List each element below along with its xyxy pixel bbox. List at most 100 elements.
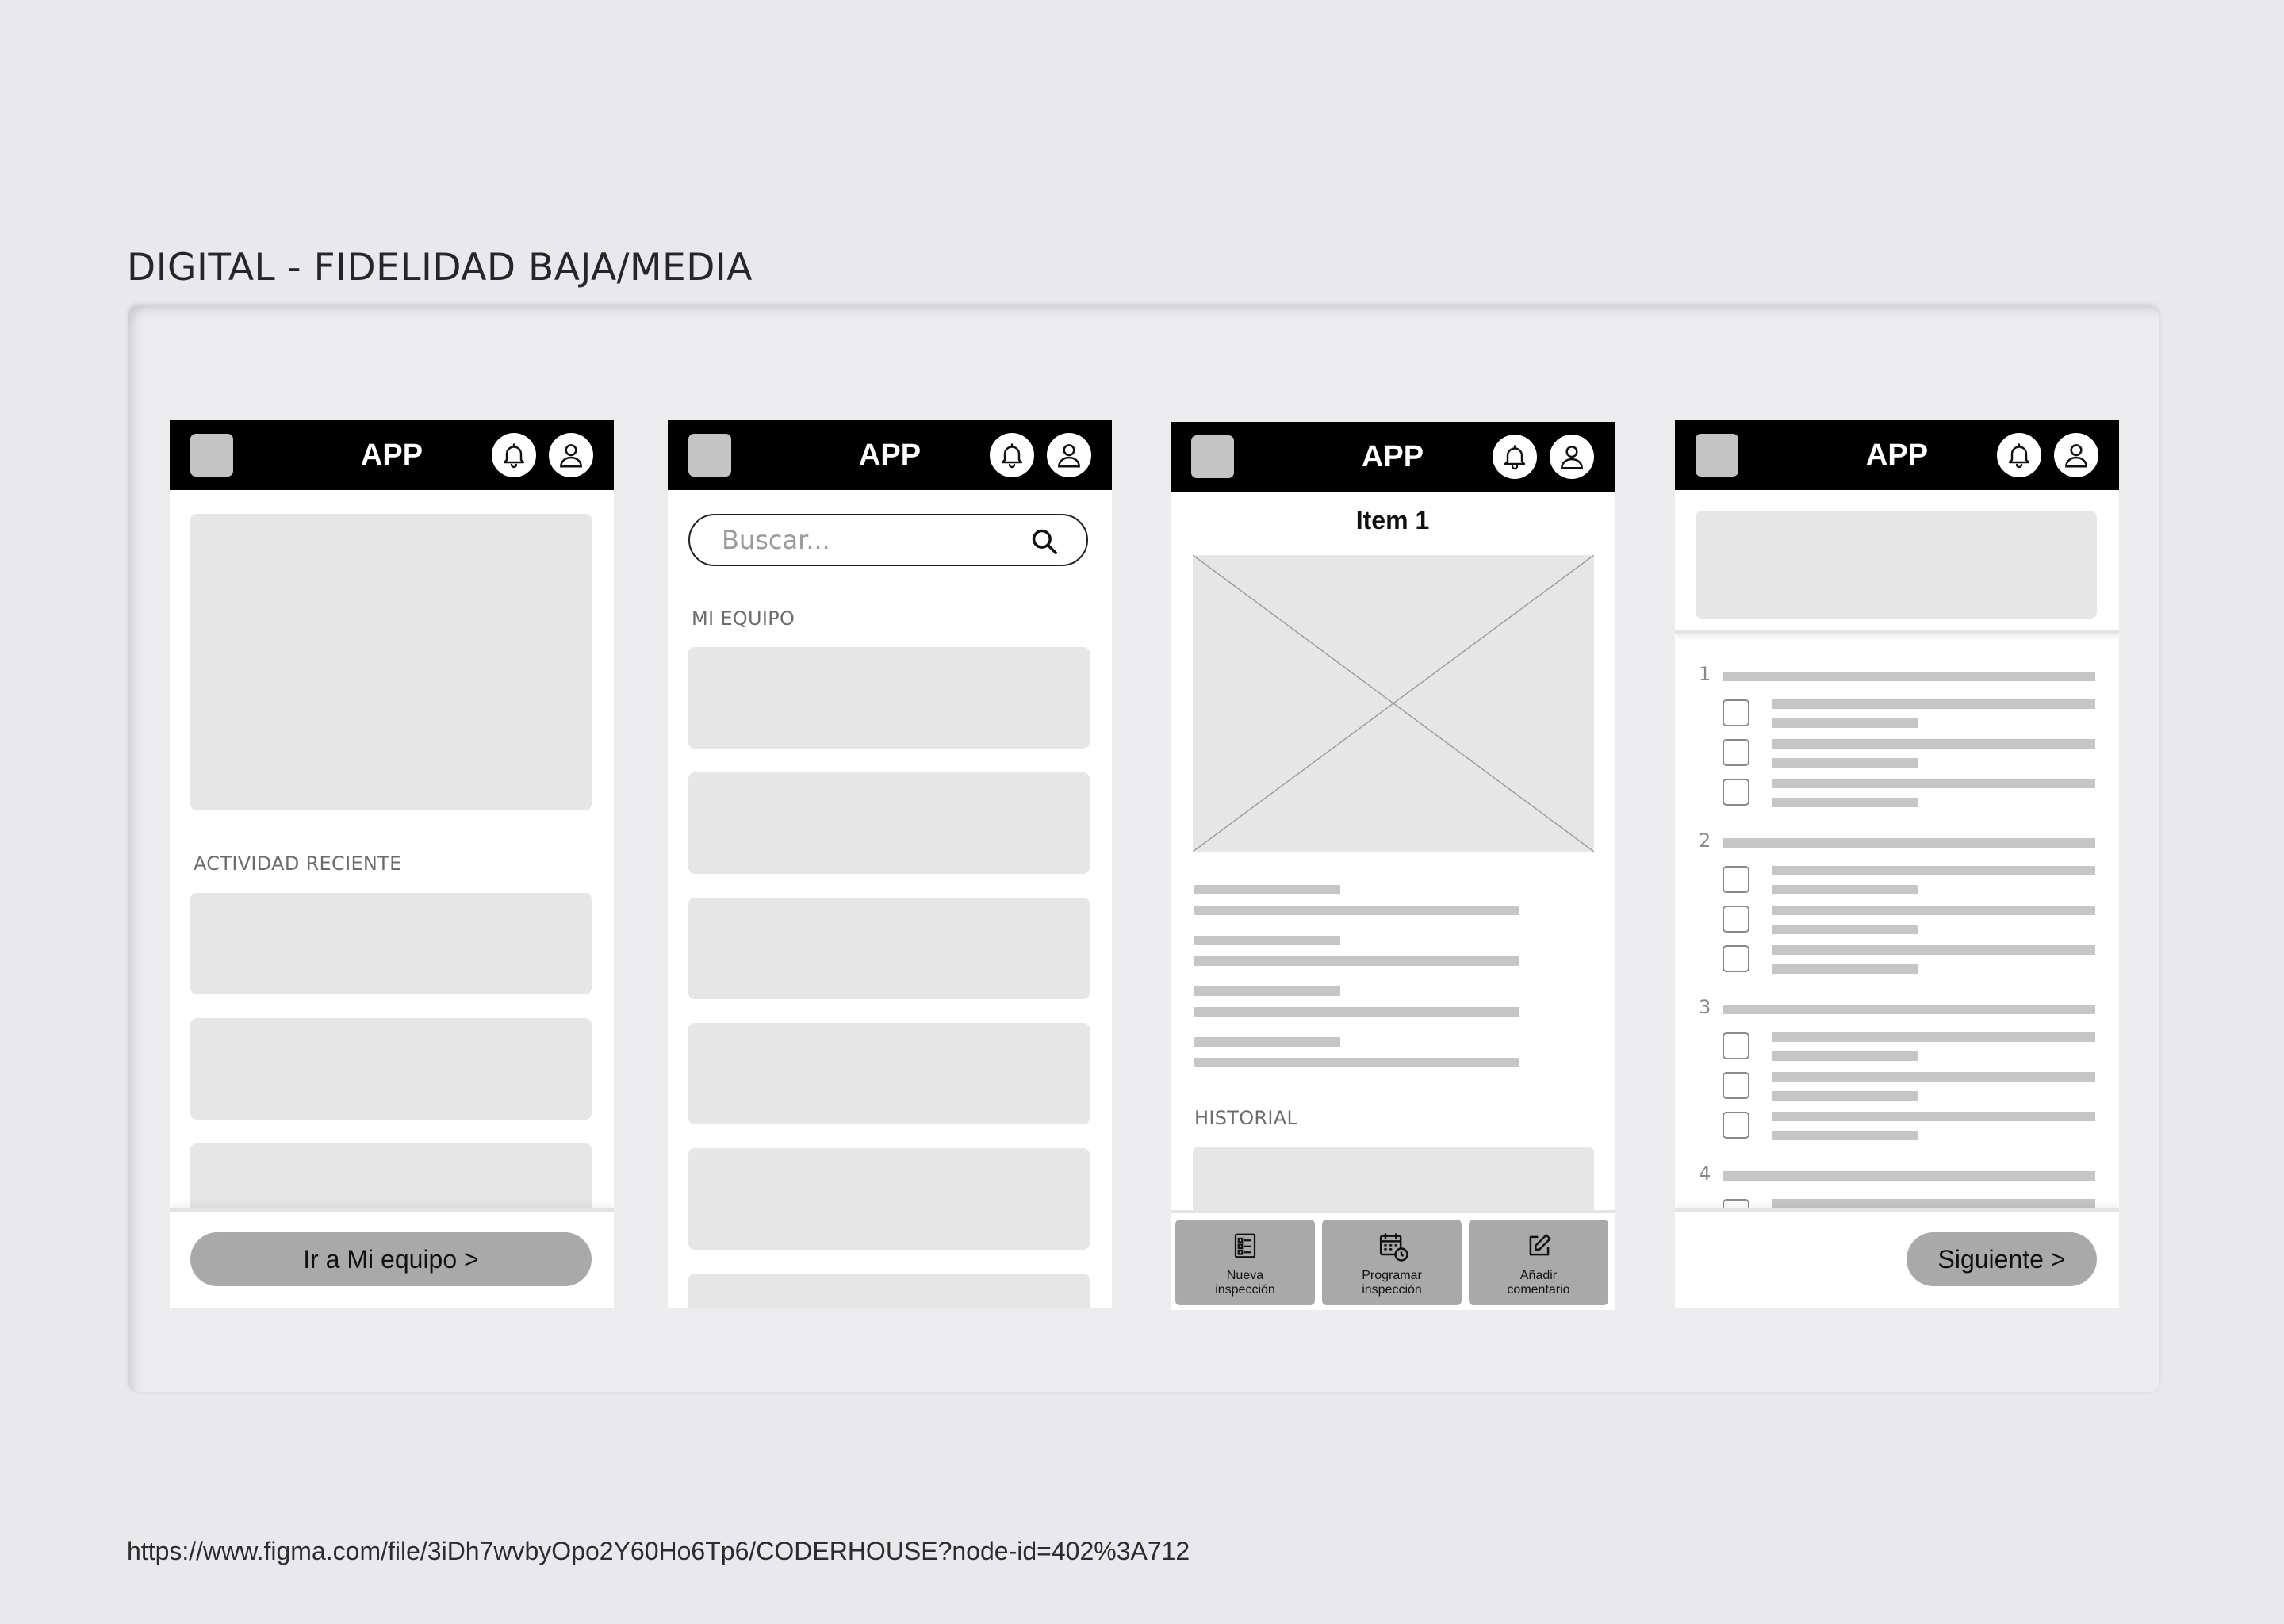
text-line-long: [1194, 1007, 1519, 1017]
option-line-short: [1772, 964, 1918, 974]
bottom-bar: Siguiente >: [1675, 1208, 2119, 1308]
option-line-long: [1772, 906, 2095, 915]
edit-icon: [1524, 1231, 1554, 1265]
option-line-short: [1772, 925, 1918, 934]
option-line-short: [1772, 885, 1918, 894]
team-card[interactable]: [688, 1148, 1090, 1250]
question-number: 3: [1699, 996, 1711, 1018]
next-button[interactable]: Siguiente >: [1907, 1232, 2097, 1286]
checkbox[interactable]: [1723, 1032, 1749, 1059]
option-line-long: [1772, 699, 2095, 709]
text-line-short: [1194, 885, 1340, 894]
option-line-long: [1772, 1072, 2095, 1082]
bell-icon[interactable]: [1997, 433, 2041, 477]
schedule-inspection-button[interactable]: Programar inspección: [1322, 1220, 1462, 1305]
bell-icon[interactable]: [492, 433, 536, 477]
option-line-long: [1772, 866, 2095, 875]
header-card: [1696, 511, 2097, 619]
app-title: APP: [1865, 439, 1929, 472]
add-comment-button[interactable]: Añadir comentario: [1469, 1220, 1608, 1305]
checkbox[interactable]: [1723, 906, 1749, 933]
option-line-short: [1772, 798, 1918, 807]
question-number: 4: [1699, 1162, 1711, 1185]
action-label: Añadir comentario: [1507, 1269, 1570, 1297]
section-label: MI EQUIPO: [692, 607, 795, 630]
text-line-long: [1194, 1058, 1519, 1067]
search-icon[interactable]: [1029, 527, 1060, 561]
activity-card[interactable]: [190, 1018, 592, 1120]
screen-home: APP ACTIVIDAD RECIENTE Ir a Mi equipo >: [170, 420, 614, 1308]
checkbox[interactable]: [1723, 866, 1749, 893]
page-title: DIGITAL - FIDELIDAD BAJA/MEDIA: [127, 246, 753, 289]
option-line-long: [1772, 945, 2095, 955]
bell-icon[interactable]: [1493, 435, 1537, 479]
header-card-area: [1675, 490, 2119, 634]
question-title-line: [1723, 672, 2095, 681]
bottom-bar: Ir a Mi equipo >: [170, 1208, 614, 1308]
item-title: Item 1: [1355, 506, 1430, 534]
bell-icon[interactable]: [990, 433, 1034, 477]
figma-link[interactable]: https://www.figma.com/file/3iDh7wvbyOpo2…: [127, 1535, 1190, 1567]
section-label: ACTIVIDAD RECIENTE: [194, 852, 402, 875]
question-title-line: [1723, 1005, 2095, 1014]
app-title: APP: [360, 439, 423, 472]
team-card[interactable]: [688, 647, 1090, 749]
app-bar: APP: [668, 420, 1112, 490]
question-title-line: [1723, 1171, 2095, 1181]
option-line-short: [1772, 718, 1918, 728]
action-label: Nueva inspección: [1215, 1269, 1275, 1297]
action-bar: Nueva inspección Programar inspección Añad…: [1171, 1210, 1615, 1310]
team-card[interactable]: [688, 1274, 1090, 1308]
app-bar: APP: [170, 420, 614, 490]
option-line-long: [1772, 739, 2095, 749]
team-card[interactable]: [688, 898, 1090, 999]
option-line-short: [1772, 758, 1918, 768]
text-line-long: [1194, 906, 1519, 915]
checkbox[interactable]: [1723, 779, 1749, 806]
option-line-long: [1772, 779, 2095, 788]
question-number: 1: [1699, 663, 1711, 685]
team-card[interactable]: [688, 1023, 1090, 1124]
image-placeholder-cross-icon: [1192, 554, 1595, 852]
question-number: 2: [1699, 829, 1711, 852]
option-line-short: [1772, 1131, 1918, 1140]
checkbox[interactable]: [1723, 739, 1749, 766]
checkbox[interactable]: [1723, 945, 1749, 972]
image-placeholder: [1192, 554, 1595, 852]
activity-card[interactable]: [190, 893, 592, 994]
option-line-short: [1772, 1091, 1918, 1101]
checkbox[interactable]: [1723, 699, 1749, 726]
user-icon[interactable]: [1047, 433, 1091, 477]
hero-card[interactable]: [190, 514, 592, 810]
option-line-long: [1772, 1199, 2095, 1208]
go-to-team-button[interactable]: Ir a Mi equipo >: [190, 1232, 592, 1286]
text-line-long: [1194, 956, 1519, 966]
text-line-short: [1194, 1037, 1340, 1047]
app-title: APP: [1361, 440, 1424, 473]
option-line-long: [1772, 1032, 2095, 1042]
new-inspection-button[interactable]: Nueva inspección: [1175, 1220, 1315, 1305]
screen-item-detail: APP Item 1 HISTORIAL Nueva inspección Pro: [1171, 422, 1615, 1310]
app-bar: APP: [1675, 420, 2119, 490]
app-bar: APP: [1171, 422, 1615, 492]
user-icon[interactable]: [549, 433, 593, 477]
app-title: APP: [858, 439, 922, 472]
user-icon[interactable]: [1550, 435, 1594, 479]
calendar-clock-icon: [1378, 1231, 1409, 1266]
user-icon[interactable]: [2054, 433, 2098, 477]
checklist-icon: [1231, 1231, 1259, 1265]
text-line-short: [1194, 936, 1340, 945]
question-title-line: [1723, 838, 2095, 848]
screen-checklist: APP 1 2 3 4 Siguiente >: [1675, 420, 2119, 1308]
option-line-long: [1772, 1112, 2095, 1121]
section-label: HISTORIAL: [1194, 1107, 1298, 1129]
option-line-short: [1772, 1051, 1918, 1061]
search-placeholder: Buscar...: [722, 525, 830, 555]
search-input[interactable]: Buscar...: [688, 514, 1088, 566]
checkbox[interactable]: [1723, 1112, 1749, 1139]
action-label: Programar inspección: [1362, 1269, 1422, 1297]
screen-team: APP Buscar... MI EQUIPO: [668, 420, 1112, 1308]
text-line-short: [1194, 986, 1340, 996]
team-card[interactable]: [688, 772, 1090, 874]
checkbox[interactable]: [1723, 1072, 1749, 1099]
